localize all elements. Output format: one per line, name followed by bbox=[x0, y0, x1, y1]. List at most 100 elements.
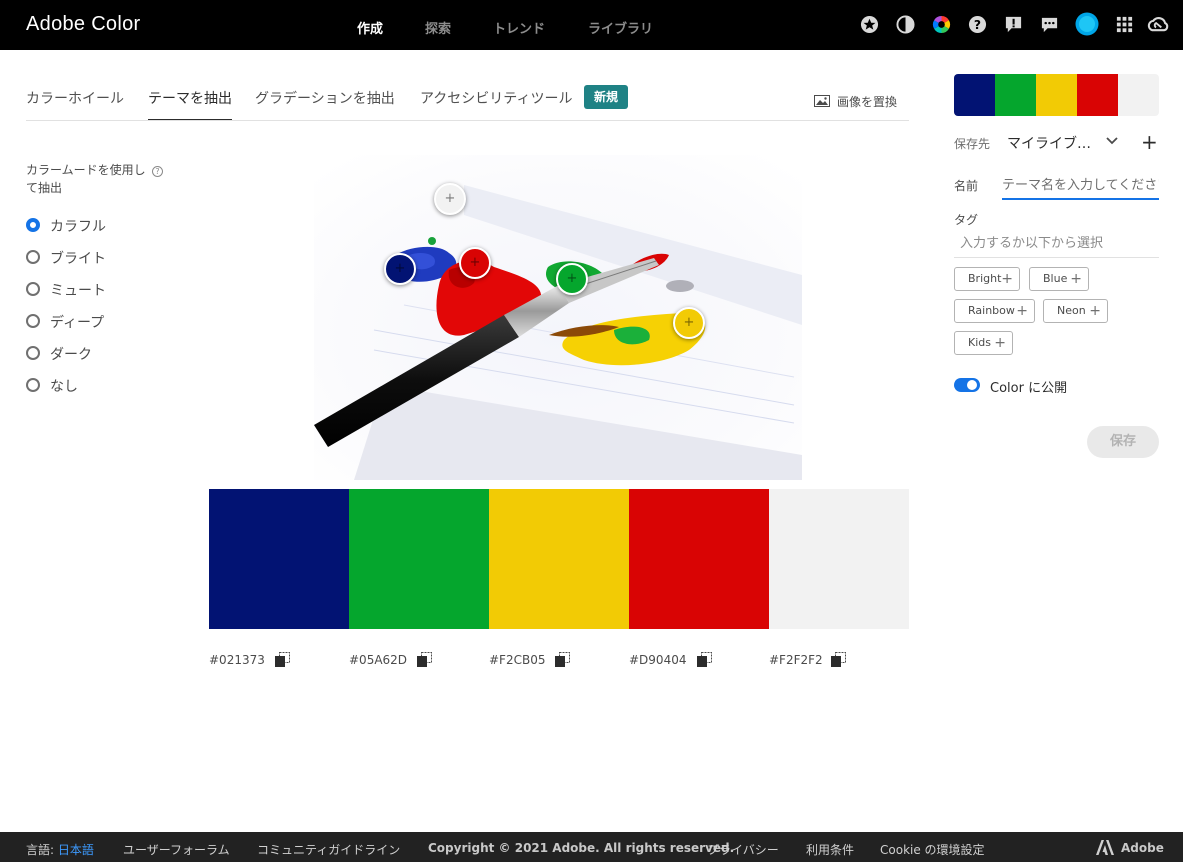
radio-button[interactable] bbox=[26, 346, 40, 360]
color-swatch[interactable] bbox=[209, 489, 349, 629]
help-icon[interactable]: ? bbox=[968, 15, 987, 34]
mood-label: カラフル bbox=[50, 219, 106, 235]
svg-text:?: ? bbox=[974, 18, 981, 32]
source-image[interactable] bbox=[314, 155, 802, 480]
tag-chip-label: Kids bbox=[968, 336, 991, 349]
color-picker-handle[interactable]: + bbox=[673, 307, 705, 339]
mood-label: ブライト bbox=[50, 251, 106, 267]
tag-chip-neon[interactable]: Neon + bbox=[1043, 299, 1108, 323]
tag-chip-label: Rainbow bbox=[968, 304, 1015, 317]
preview-swatch bbox=[1118, 74, 1159, 116]
tab-color-wheel[interactable]: カラーホイール bbox=[26, 88, 124, 108]
publish-label: Color に公開 bbox=[990, 381, 1068, 396]
tab-accessibility-tools[interactable]: アクセシビリティツール bbox=[420, 88, 572, 108]
save-button[interactable]: 保存 bbox=[1087, 426, 1159, 458]
publish-toggle[interactable] bbox=[954, 378, 980, 392]
tag-chip-kids[interactable]: Kids + bbox=[954, 331, 1013, 355]
name-label: 名前 bbox=[954, 179, 979, 193]
help-icon[interactable]: ? bbox=[152, 166, 163, 177]
user-avatar[interactable] bbox=[1075, 12, 1099, 36]
adobe-brand[interactable]: Adobe bbox=[1121, 841, 1164, 855]
color-picker-handle[interactable]: + bbox=[556, 263, 588, 295]
toggle-knob bbox=[967, 380, 977, 390]
tag-chip-blue[interactable]: Blue + bbox=[1029, 267, 1089, 291]
radio-button[interactable] bbox=[26, 282, 40, 296]
copy-icon[interactable] bbox=[555, 652, 570, 667]
add-library-button[interactable]: + bbox=[1141, 132, 1158, 152]
color-swatch[interactable] bbox=[349, 489, 489, 629]
hex-value[interactable]: #D90404 bbox=[629, 653, 686, 667]
tag-chip-label: Bright bbox=[968, 272, 1002, 285]
tag-chip-label: Blue bbox=[1043, 272, 1068, 285]
copy-icon[interactable] bbox=[831, 652, 846, 667]
tag-chip-rainbow[interactable]: Rainbow + bbox=[954, 299, 1035, 323]
nav-create[interactable]: 作成 bbox=[357, 18, 383, 37]
hex-value-row: #F2CB05 bbox=[489, 652, 589, 670]
mood-label: ディープ bbox=[50, 315, 105, 331]
preview-swatch bbox=[1036, 74, 1077, 116]
mood-label: なし bbox=[50, 379, 78, 395]
radio-button-selected[interactable] bbox=[26, 218, 40, 232]
top-navigation-bar: Adobe Color 作成 探索 トレンド ライブラリ ? bbox=[0, 0, 1183, 50]
hex-value[interactable]: #F2CB05 bbox=[489, 653, 545, 667]
footer-link-forum[interactable]: ユーザーフォーラム bbox=[123, 841, 230, 858]
plus-icon: + bbox=[1001, 271, 1013, 287]
copy-icon[interactable] bbox=[417, 652, 432, 667]
preview-swatch bbox=[995, 74, 1036, 116]
app-title[interactable]: Adobe Color bbox=[26, 13, 140, 36]
hex-value-row: #021373 bbox=[209, 652, 309, 670]
theme-name-input[interactable] bbox=[1002, 172, 1159, 200]
color-picker-handle[interactable]: + bbox=[459, 247, 491, 279]
apps-grid-icon[interactable] bbox=[1115, 15, 1134, 34]
tag-input[interactable] bbox=[954, 230, 1159, 258]
plus-icon: + bbox=[1016, 303, 1028, 319]
footer-link-cookies[interactable]: Cookie の環境設定 bbox=[880, 841, 985, 858]
hex-value[interactable]: #F2F2F2 bbox=[769, 653, 823, 667]
footer-link-guidelines[interactable]: コミュニティガイドライン bbox=[257, 841, 400, 858]
language-value[interactable]: 日本語 bbox=[58, 843, 94, 857]
mood-label: ダーク bbox=[50, 347, 92, 363]
copyright-text: Copyright © 2021 Adobe. All rights reser… bbox=[428, 841, 735, 855]
new-badge: 新規 bbox=[584, 85, 628, 109]
tab-extract-theme[interactable]: テーマを抽出 bbox=[148, 88, 232, 108]
tab-extract-gradient[interactable]: グラデーションを抽出 bbox=[255, 88, 395, 108]
creative-cloud-icon[interactable] bbox=[1146, 15, 1170, 34]
adobe-logo-icon bbox=[1096, 840, 1114, 855]
language-label: 言語: bbox=[26, 843, 55, 857]
preview-swatch bbox=[954, 74, 995, 116]
feedback-icon[interactable] bbox=[1004, 15, 1023, 34]
color-swatch[interactable] bbox=[489, 489, 629, 629]
hex-value[interactable]: #05A62D bbox=[349, 653, 407, 667]
tag-chip-bright[interactable]: Bright + bbox=[954, 267, 1020, 291]
star-icon[interactable] bbox=[860, 15, 879, 34]
library-select[interactable]: マイライブ… bbox=[1007, 133, 1091, 153]
copy-icon[interactable] bbox=[697, 652, 712, 667]
color-wheel-icon[interactable] bbox=[932, 15, 951, 34]
image-icon bbox=[814, 95, 830, 107]
color-picker-handle[interactable]: + bbox=[434, 183, 466, 215]
plus-icon: + bbox=[1089, 303, 1101, 319]
chat-icon[interactable] bbox=[1040, 15, 1059, 34]
hex-value[interactable]: #021373 bbox=[209, 653, 265, 667]
save-to-label: 保存先 bbox=[954, 137, 991, 151]
radio-button[interactable] bbox=[26, 378, 40, 392]
nav-library[interactable]: ライブラリ bbox=[588, 18, 653, 37]
radio-button[interactable] bbox=[26, 314, 40, 328]
nav-explore[interactable]: 探索 bbox=[425, 18, 451, 37]
contrast-icon[interactable] bbox=[896, 15, 915, 34]
color-picker-handle[interactable]: + bbox=[384, 253, 416, 285]
footer-link-privacy[interactable]: プライバシー bbox=[707, 841, 779, 858]
language-selector[interactable]: 言語: 日本語 bbox=[26, 841, 94, 858]
color-swatch[interactable] bbox=[629, 489, 769, 629]
footer-link-terms[interactable]: 利用条件 bbox=[806, 841, 854, 858]
hex-value-row: #F2F2F2 bbox=[769, 652, 869, 670]
mood-label: ミュート bbox=[50, 283, 106, 299]
copy-icon[interactable] bbox=[275, 652, 290, 667]
radio-button[interactable] bbox=[26, 250, 40, 264]
plus-icon: + bbox=[1070, 271, 1082, 287]
footer: 言語: 日本語 ユーザーフォーラム コミュニティガイドライン Copyright… bbox=[0, 832, 1183, 862]
nav-trends[interactable]: トレンド bbox=[493, 18, 545, 37]
color-swatch[interactable] bbox=[769, 489, 909, 629]
tabs-divider bbox=[26, 120, 909, 121]
chevron-down-icon[interactable] bbox=[1105, 135, 1119, 147]
